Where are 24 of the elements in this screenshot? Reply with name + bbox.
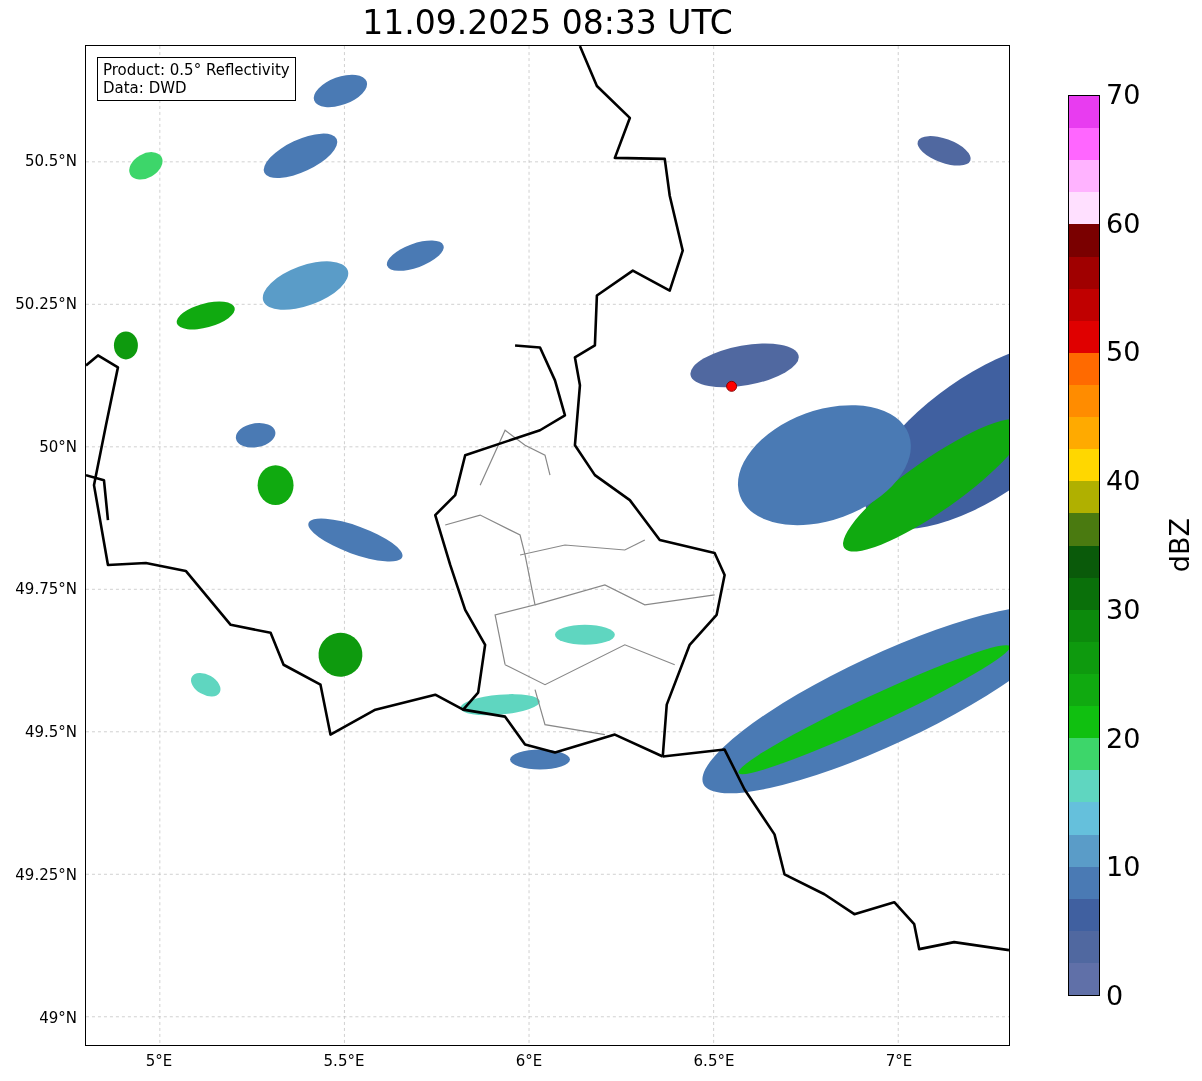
chart-title: 11.09.2025 08:33 UTC [362, 2, 733, 44]
info-text: Product: 0.5° Reflectivity [103, 61, 290, 79]
longitude-label: 5°E [145, 1052, 173, 1070]
latitude-label: 50°N [39, 437, 77, 456]
latitude-label: 50.25°N [15, 294, 77, 313]
longitude-label: 5.5°E [323, 1052, 365, 1070]
colorbar-tick-label: 60 [1106, 208, 1141, 239]
latitude-label: 49.75°N [15, 580, 77, 599]
longitude-label: 6.5°E [693, 1052, 735, 1070]
latitude-label: 49°N [39, 1008, 77, 1027]
latitude-label: 49.5°N [24, 723, 77, 742]
longitude-label: 7°E [885, 1052, 913, 1070]
latitude-label: 49.25°N [15, 866, 77, 884]
colorbar-tick-label: 30 [1106, 594, 1141, 625]
colorbar-tick-label: 10 [1106, 852, 1141, 883]
colorbar-tick-label: 70 [1106, 80, 1141, 110]
longitude-label: 6°E [515, 1052, 543, 1070]
colorbar-tick-label: 50 [1106, 337, 1141, 368]
colorbar-tick-label: 0 [1106, 981, 1124, 1011]
info-text: Data: DWD [103, 79, 188, 97]
colorbar-tick-label: 20 [1106, 723, 1141, 754]
colorbar-tick-label: 40 [1106, 466, 1141, 497]
latitude-label: 50.5°N [24, 152, 77, 170]
colorbar-label: dBZ [1164, 518, 1195, 573]
